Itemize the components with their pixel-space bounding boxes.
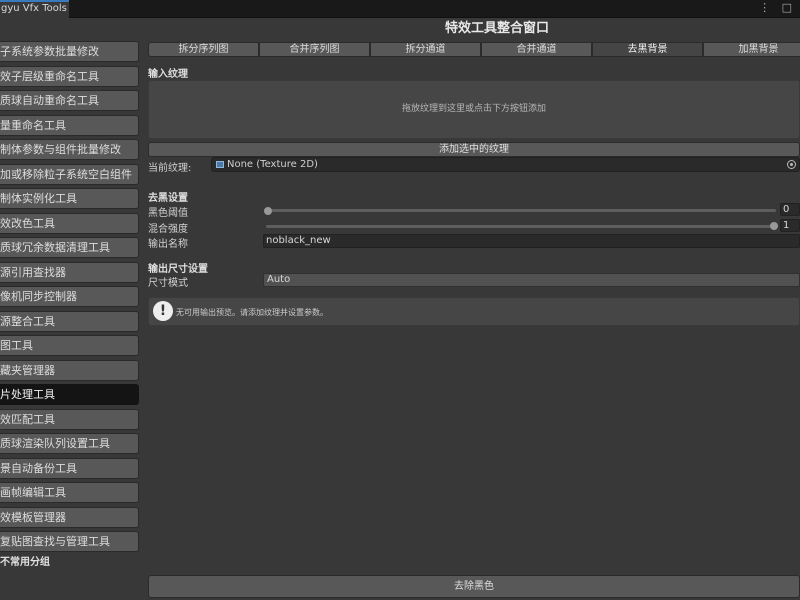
blend-label: 混合强度: [148, 224, 188, 235]
sidebar-item[interactable]: 图工具: [0, 335, 139, 356]
toolbar-tab[interactable]: 拆分通道: [370, 42, 481, 57]
blend-slider-track[interactable]: [266, 225, 776, 228]
texture-dropzone[interactable]: 拖放纹理到这里或点击下方按钮添加: [148, 80, 800, 139]
sidebar-item[interactable]: 效模板管理器: [0, 506, 139, 528]
sidebar-item[interactable]: 制体实例化工具: [0, 188, 139, 209]
info-helpbox: ! 无可用输出预览。请添加纹理并设置参数。: [148, 297, 800, 326]
input-texture-heading: 输入纹理: [148, 69, 188, 80]
sidebar-item[interactable]: 像机同步控制器: [0, 286, 139, 307]
blend-slider-thumb[interactable]: [770, 222, 778, 230]
current-texture-label: 当前纹理:: [148, 163, 192, 174]
add-selected-texture-button[interactable]: 添加选中的纹理: [148, 142, 800, 157]
sidebar-item[interactable]: 质球渲染队列设置工具: [0, 433, 139, 454]
toolbar-tab[interactable]: 合并通道: [481, 42, 592, 57]
sidebar-item[interactable]: 效匹配工具: [0, 408, 139, 430]
remove-black-button[interactable]: 去除黑色: [148, 575, 800, 598]
threshold-slider-track[interactable]: [266, 209, 776, 212]
sidebar-item[interactable]: 源整合工具: [0, 310, 139, 332]
info-icon: !: [153, 301, 173, 321]
current-texture-value: None (Texture 2D): [227, 159, 318, 170]
sidebar-item[interactable]: 效改色工具: [0, 212, 139, 234]
size-mode-dropdown[interactable]: Auto: [263, 273, 800, 287]
sidebar-item[interactable]: 景自动备份工具: [0, 457, 139, 479]
texture-icon: [216, 161, 224, 168]
sidebar-item[interactable]: 子系统参数批量修改: [0, 41, 139, 62]
current-texture-field[interactable]: None (Texture 2D): [211, 157, 800, 172]
window-menu-icon[interactable]: ⋮ □: [759, 1, 796, 17]
sidebar-item[interactable]: 藏夹管理器: [0, 359, 139, 381]
sidebar-item[interactable]: 量重命名工具: [0, 114, 139, 136]
sidebar-group-label[interactable]: 不常用分组: [0, 556, 140, 570]
remove-black-heading: 去黑设置: [148, 193, 188, 204]
output-name-label: 输出名称: [148, 239, 188, 250]
toolbar-tab[interactable]: 去黑背景: [592, 42, 703, 57]
size-mode-label: 尺寸模式: [148, 278, 188, 289]
window-tab[interactable]: gyu Vfx Tools: [0, 0, 69, 18]
toolbar-tab[interactable]: 加黑背景: [703, 42, 800, 57]
sidebar-item[interactable]: 片处理工具: [0, 384, 139, 405]
toolbar-tab[interactable]: 拆分序列图: [148, 42, 259, 57]
help-message: 无可用输出预览。请添加纹理并设置参数。: [176, 308, 328, 317]
threshold-value-field[interactable]: 0: [780, 203, 800, 216]
output-size-heading: 输出尺寸设置: [148, 264, 208, 275]
output-name-input[interactable]: noblack_new: [263, 234, 800, 248]
window-tab-bar: gyu Vfx Tools ⋮ □: [0, 0, 800, 18]
toolbar-tab[interactable]: 合并序列图: [259, 42, 370, 57]
sidebar-item[interactable]: 制体参数与组件批量修改: [0, 139, 139, 160]
blend-value-field[interactable]: 1: [780, 219, 800, 232]
sidebar-item[interactable]: 质球冗余数据清理工具: [0, 237, 139, 258]
page-title: 特效工具整合窗口: [444, 21, 549, 36]
threshold-label: 黑色阈值: [148, 208, 188, 219]
object-picker-icon[interactable]: [787, 160, 796, 169]
sidebar-item[interactable]: 源引用查找器: [0, 261, 139, 283]
threshold-slider-thumb[interactable]: [264, 207, 272, 215]
sidebar-item[interactable]: 画帧编辑工具: [0, 482, 139, 503]
sidebar-item[interactable]: 加或移除粒子系统空白组件: [0, 163, 139, 185]
sidebar-item[interactable]: 效子层级重命名工具: [0, 65, 139, 87]
function-toolbar: 拆分序列图 合并序列图 拆分通道 合并通道 去黑背景 加黑背景: [148, 42, 800, 57]
sidebar-item[interactable]: 质球自动重命名工具: [0, 90, 139, 111]
sidebar-item[interactable]: 复贴图查找与管理工具: [0, 531, 139, 552]
